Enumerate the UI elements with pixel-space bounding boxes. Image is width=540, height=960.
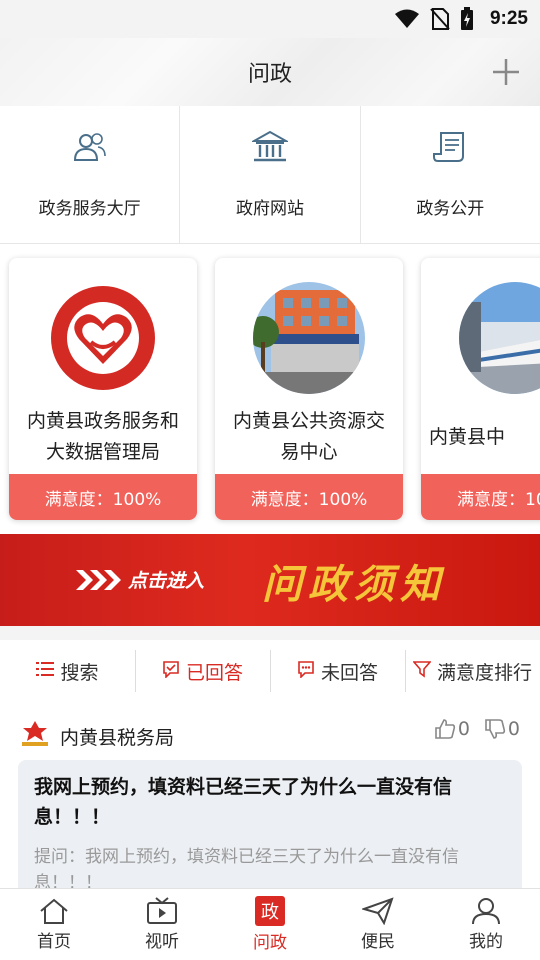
like-button[interactable]: 0 xyxy=(434,718,470,740)
no-sim-icon xyxy=(430,7,450,31)
quick-link-label: 政务服务大厅 xyxy=(38,199,141,219)
tab-label: 满意度排行 xyxy=(436,661,532,684)
vote-controls: 0 0 xyxy=(434,718,520,740)
quick-link-gov-website[interactable]: 政府网站 xyxy=(180,106,361,243)
satisfaction-bar: 满意度：100% xyxy=(9,474,197,520)
inquiry-badge-icon: 政 xyxy=(255,896,285,926)
department-label: 内黄县税务局 xyxy=(60,727,175,749)
department-name: 内黄县公共资源交 易中心 xyxy=(232,410,385,463)
nav-label: 视听 xyxy=(145,932,179,952)
train-station-photo xyxy=(459,282,540,394)
department-card[interactable]: 内黄县公共资源交 易中心 满意度：100% xyxy=(215,258,403,520)
department-name: 内黄县政务服务和 大数据管理局 xyxy=(26,410,179,463)
app-header: 问政 xyxy=(0,38,540,106)
satisfaction-bar: 满意度：100% xyxy=(215,474,403,520)
tax-bureau-logo-icon xyxy=(20,720,50,753)
quick-link-label: 政府网站 xyxy=(235,199,304,219)
people-icon xyxy=(72,130,108,168)
nav-inquiry[interactable]: 政 问政 xyxy=(216,889,324,960)
department-card[interactable]: 内黄县中 满意度：10 xyxy=(421,258,540,520)
quick-links: 政务服务大厅 政府网站 政务公开 xyxy=(0,106,540,244)
tab-satisfaction-ranking[interactable]: 满意度排行 xyxy=(405,650,540,692)
send-icon xyxy=(362,897,394,925)
banner-title: 问政须知 xyxy=(262,561,446,608)
department-name: 内黄县中 xyxy=(429,425,506,448)
list-icon xyxy=(36,660,55,682)
document-scroll-icon xyxy=(432,130,468,168)
question-title: 我网上预约，填资料已经三天了为什么一直没有信息！！！ xyxy=(34,776,453,828)
user-icon xyxy=(472,898,500,925)
tab-label: 未回答 xyxy=(320,661,378,684)
nav-label: 问政 xyxy=(253,933,287,953)
thumbs-down-icon xyxy=(485,719,506,739)
triple-arrow-icon xyxy=(76,570,121,590)
clock-time: 9:25 xyxy=(489,8,528,29)
department-row: 内黄县税务局 xyxy=(20,720,174,753)
inquiry-notice-banner[interactable]: 点击进入 问政须知 xyxy=(0,534,540,626)
department-card[interactable]: 内黄县政务服务和 大数据管理局 满意度：100% xyxy=(9,258,197,520)
filter-tabs: 搜索 已回答 未回答 满意度排行 xyxy=(0,640,540,702)
status-bar: 9:25 xyxy=(0,0,540,38)
quick-link-service-hall[interactable]: 政务服务大厅 xyxy=(0,106,181,243)
checked-message-icon xyxy=(162,660,180,683)
tab-label: 已回答 xyxy=(185,661,243,684)
nav-label: 便民 xyxy=(361,932,395,952)
bottom-navigation: 首页 视听 政 问政 便民 我的 xyxy=(0,888,540,960)
nav-media[interactable]: 视听 xyxy=(108,889,216,960)
tab-label: 搜索 xyxy=(60,661,99,684)
quick-link-label: 政务公开 xyxy=(416,199,485,219)
nav-services[interactable]: 便民 xyxy=(324,889,432,960)
battery-charging-icon xyxy=(460,7,474,31)
nav-label: 首页 xyxy=(37,932,71,952)
page-title: 问政 xyxy=(247,62,292,87)
nav-profile[interactable]: 我的 xyxy=(432,889,540,960)
dislike-count: 0 xyxy=(507,718,520,740)
government-building-icon xyxy=(250,130,290,168)
tab-answered[interactable]: 已回答 xyxy=(135,650,270,692)
nav-label: 我的 xyxy=(469,932,503,952)
like-count: 0 xyxy=(457,718,470,740)
gov-service-logo xyxy=(47,282,159,394)
building-photo xyxy=(253,282,365,394)
inquiry-item[interactable]: 内黄县税务局 0 0 我网上预约，填资料已经三天了为什么一直没有信息！！！ 提问… xyxy=(0,702,540,900)
department-cards: 内黄县政务服务和 大数据管理局 满意度：100% 内黄县公共资源交 易中心 满意… xyxy=(0,244,540,534)
tv-play-icon xyxy=(147,897,177,924)
question-box: 我网上预约，填资料已经三天了为什么一直没有信息！！！ 提问：我网上预约，填资料已… xyxy=(18,760,522,900)
nav-home[interactable]: 首页 xyxy=(0,889,108,960)
message-dots-icon xyxy=(297,660,315,683)
tab-search[interactable]: 搜索 xyxy=(0,650,135,692)
dislike-button[interactable]: 0 xyxy=(484,718,520,740)
quick-link-gov-disclosure[interactable]: 政务公开 xyxy=(361,106,540,243)
home-icon xyxy=(40,898,68,924)
thumbs-up-icon xyxy=(435,719,455,739)
banner-enter-text: 点击进入 xyxy=(128,570,205,592)
wifi-icon xyxy=(394,9,420,29)
satisfaction-bar: 满意度：10 xyxy=(421,474,540,520)
add-icon[interactable] xyxy=(490,56,522,88)
filter-icon xyxy=(412,660,432,683)
tab-unanswered[interactable]: 未回答 xyxy=(270,650,405,692)
